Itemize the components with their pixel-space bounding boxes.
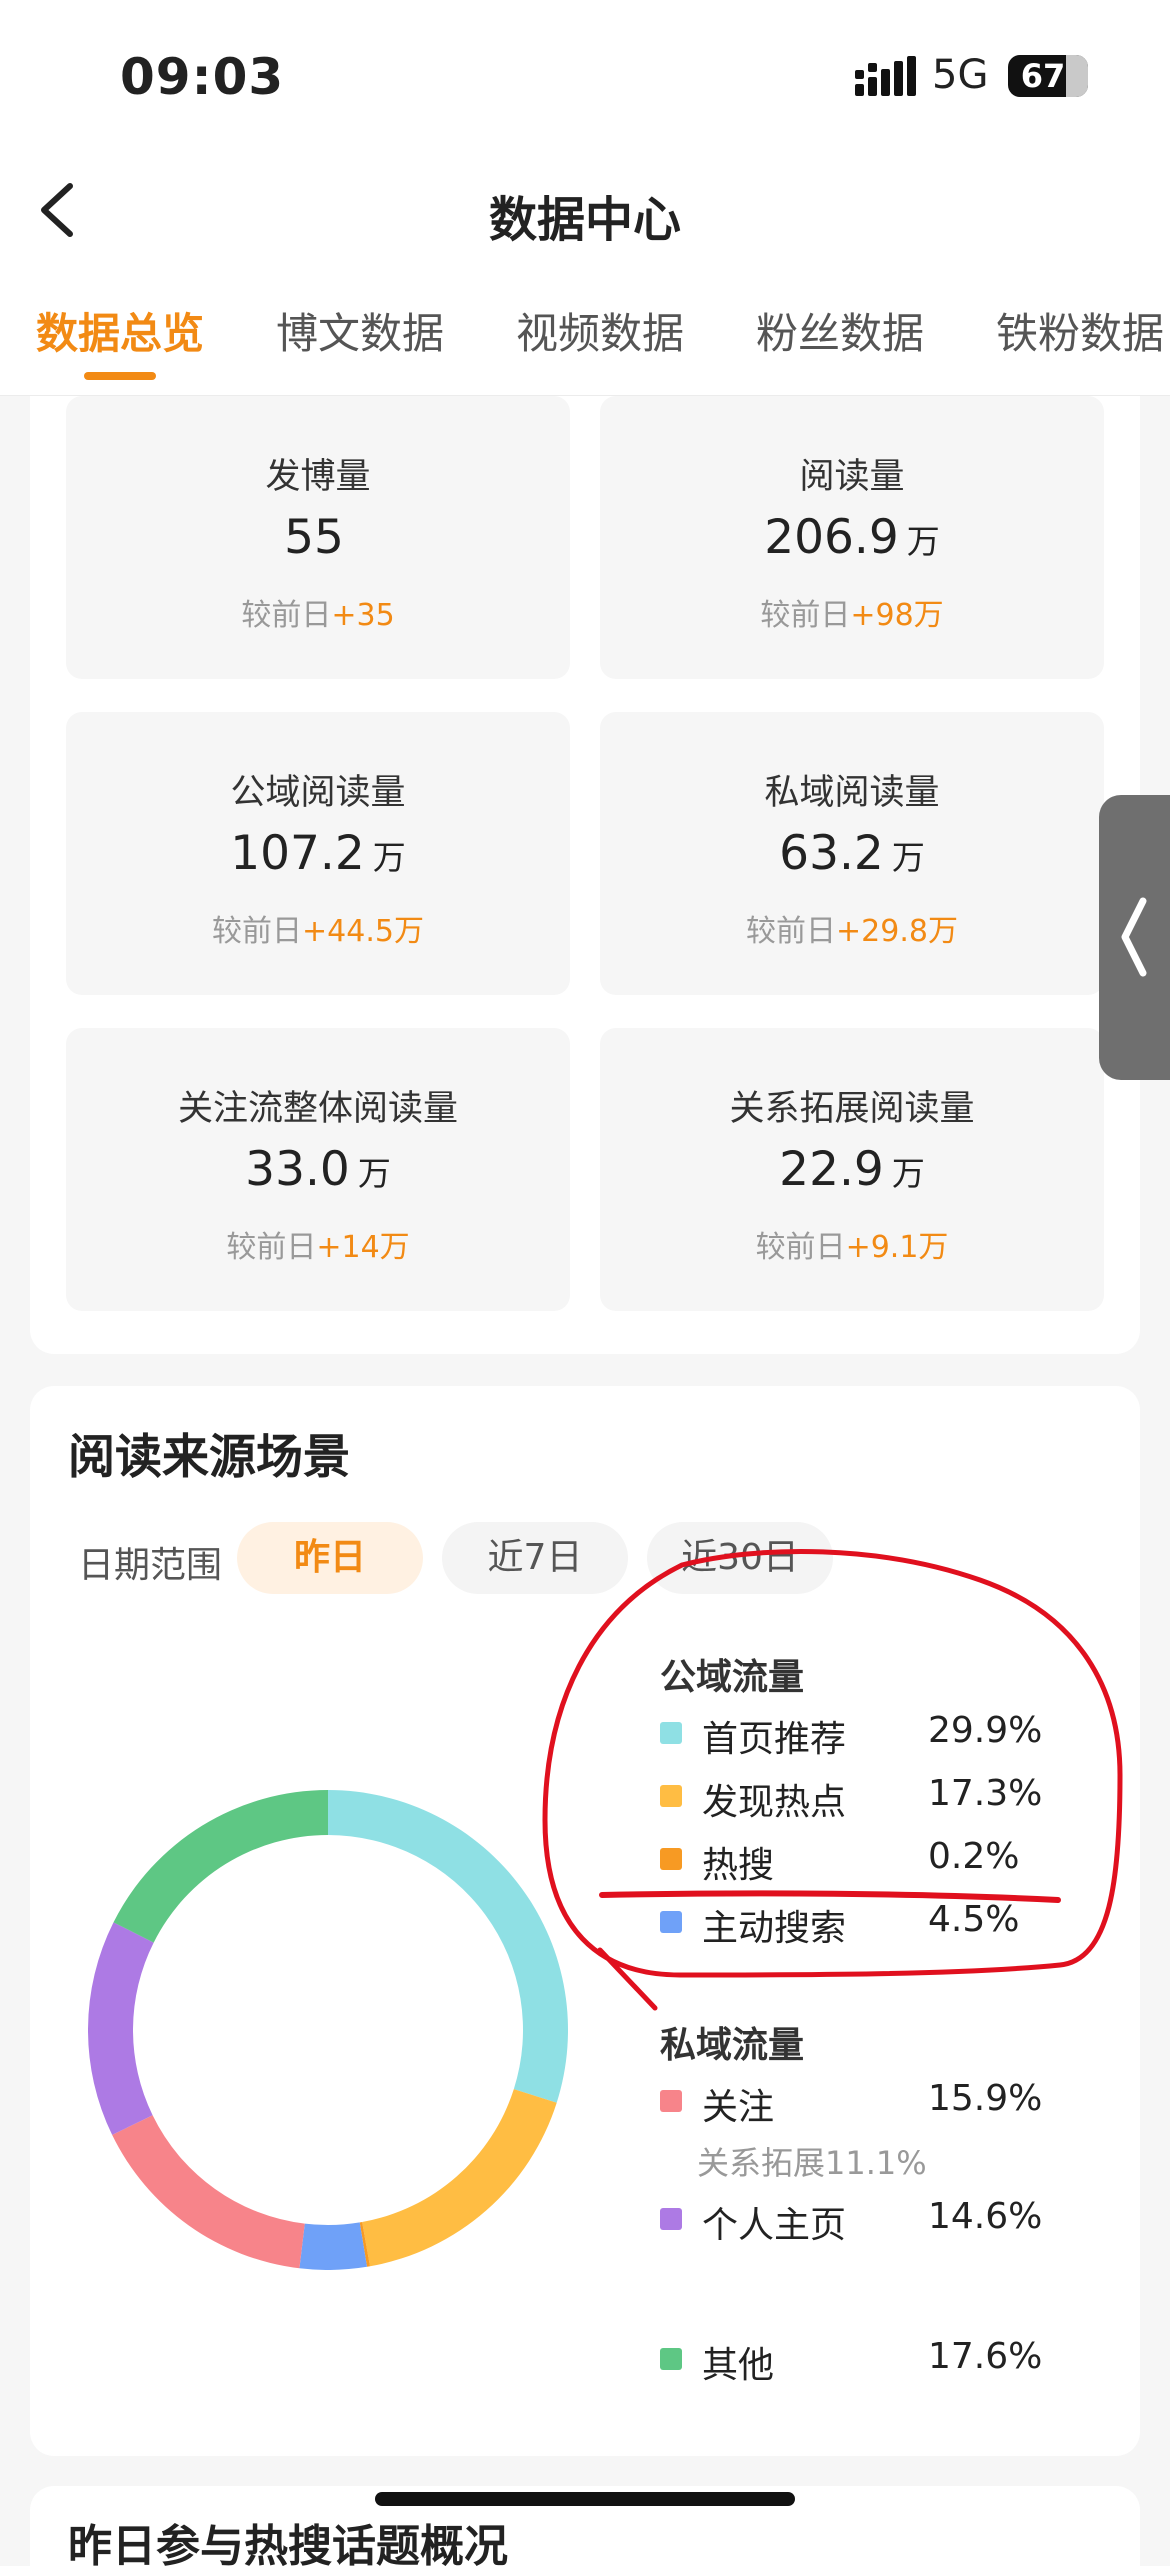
stat-value: 33.0 万 bbox=[245, 1142, 391, 1197]
legend-swatch bbox=[660, 1911, 682, 1933]
legend-swatch bbox=[660, 1848, 682, 1870]
stat-value: 107.2 万 bbox=[230, 826, 406, 881]
legend-sub-label: 关系拓展11.1% bbox=[697, 2144, 927, 2182]
stat-value: 55 bbox=[284, 510, 344, 565]
page-header: 数据中心 数据总览 博文数据 视频数据 粉丝数据 铁粉数据 bbox=[0, 160, 1170, 396]
legend-swatch bbox=[660, 2348, 682, 2370]
status-time: 09:03 bbox=[120, 48, 285, 106]
overview-card: 发博量 55 较前日+35 阅读量 206.9 万 较前日+98万 公域阅读量 1… bbox=[30, 396, 1140, 1354]
legend-item[interactable]: 热搜 0.2% bbox=[660, 1836, 1100, 1886]
legend-swatch bbox=[660, 2208, 682, 2230]
active-tab-indicator bbox=[84, 372, 156, 380]
stat-label: 发博量 bbox=[265, 457, 371, 497]
stat-label: 私域阅读量 bbox=[764, 773, 940, 813]
stat-card-follow-feed-reads[interactable]: 关注流整体阅读量 33.0 万 较前日+14万 bbox=[66, 1028, 570, 1311]
tab-video-data[interactable]: 视频数据 bbox=[516, 300, 684, 361]
legend-item[interactable]: 主动搜索 4.5% bbox=[660, 1899, 1100, 1949]
donut-slice-6[interactable] bbox=[88, 1922, 154, 2135]
read-source-donut-chart bbox=[88, 1790, 568, 2270]
tab-bar: 数据总览 博文数据 视频数据 粉丝数据 铁粉数据 bbox=[0, 300, 1170, 395]
legend-swatch bbox=[660, 2090, 682, 2112]
status-bar: 09:03 5G 67 bbox=[0, 0, 1170, 160]
tab-loyal-fans-data[interactable]: 铁粉数据 bbox=[996, 300, 1164, 361]
legend-swatch bbox=[660, 1785, 682, 1807]
legend-item[interactable]: 个人主页 14.6% bbox=[660, 2196, 1100, 2246]
stat-delta: 较前日+29.8万 bbox=[746, 914, 958, 949]
battery-icon: 67 bbox=[1008, 55, 1088, 97]
section-title: 昨日参与热搜话题概况 bbox=[68, 2521, 508, 2566]
stat-value: 22.9 万 bbox=[779, 1142, 925, 1197]
page-title: 数据中心 bbox=[488, 192, 681, 248]
stat-label: 关注流整体阅读量 bbox=[177, 1089, 458, 1129]
donut-slice-2[interactable] bbox=[362, 2089, 557, 2267]
stat-value: 206.9 万 bbox=[764, 510, 940, 565]
donut-slice-5[interactable] bbox=[112, 2115, 305, 2269]
stat-delta: 较前日+98万 bbox=[760, 598, 944, 633]
legend-group-private: 私域流量 bbox=[660, 2025, 805, 2066]
stat-card-private-reads[interactable]: 私域阅读量 63.2 万 较前日+29.8万 bbox=[600, 712, 1104, 995]
stat-label: 关系拓展阅读量 bbox=[729, 1089, 975, 1129]
stat-delta: 较前日+35 bbox=[241, 598, 395, 633]
donut-slice-7[interactable] bbox=[113, 1790, 328, 1943]
stat-label: 公域阅读量 bbox=[230, 773, 406, 813]
legend-item[interactable]: 首页推荐 29.9% bbox=[660, 1710, 1100, 1760]
network-type: 5G bbox=[932, 52, 989, 98]
tab-fans-data[interactable]: 粉丝数据 bbox=[756, 300, 924, 361]
legend-swatch bbox=[660, 1722, 682, 1744]
stat-card-relation-reads[interactable]: 关系拓展阅读量 22.9 万 较前日+9.1万 bbox=[600, 1028, 1104, 1311]
tab-post-data[interactable]: 博文数据 bbox=[276, 300, 444, 361]
legend-item[interactable]: 其他 17.6% bbox=[660, 2336, 1100, 2386]
legend-group-public: 公域流量 bbox=[660, 1657, 805, 1698]
stat-delta: 较前日+14万 bbox=[226, 1230, 410, 1265]
legend-item[interactable]: 发现热点 17.3% bbox=[660, 1773, 1100, 1823]
donut-slice-4[interactable] bbox=[299, 2222, 368, 2270]
home-indicator bbox=[375, 2492, 795, 2506]
stat-card-posts[interactable]: 发博量 55 较前日+35 bbox=[66, 396, 570, 679]
legend-item[interactable]: 关注 15.9% bbox=[660, 2078, 1100, 2128]
range-30days-chip[interactable]: 近30日 bbox=[647, 1522, 833, 1594]
stat-delta: 较前日+44.5万 bbox=[212, 914, 424, 949]
battery-level: 67 bbox=[1020, 57, 1066, 95]
stat-card-public-reads[interactable]: 公域阅读量 107.2 万 较前日+44.5万 bbox=[66, 712, 570, 995]
range-7days-chip[interactable]: 近7日 bbox=[442, 1522, 628, 1594]
stat-card-reads[interactable]: 阅读量 206.9 万 较前日+98万 bbox=[600, 396, 1104, 679]
signal-icon bbox=[855, 56, 916, 96]
side-drawer-handle[interactable] bbox=[1099, 795, 1170, 1080]
stat-delta: 较前日+9.1万 bbox=[755, 1230, 949, 1265]
tab-overview[interactable]: 数据总览 bbox=[36, 300, 204, 361]
read-source-card: 阅读来源场景 日期范围 昨日 近7日 近30日 公域流量 首页推荐 29.9% … bbox=[30, 1386, 1140, 2456]
date-range-label: 日期范围 bbox=[78, 1545, 223, 1586]
donut-slice-1[interactable] bbox=[328, 1790, 568, 2103]
range-yesterday-chip[interactable]: 昨日 bbox=[237, 1522, 423, 1594]
chevron-left-icon bbox=[1121, 897, 1147, 977]
section-title: 阅读来源场景 bbox=[68, 1430, 350, 1485]
stat-label: 阅读量 bbox=[799, 457, 905, 497]
stat-value: 63.2 万 bbox=[779, 826, 925, 881]
